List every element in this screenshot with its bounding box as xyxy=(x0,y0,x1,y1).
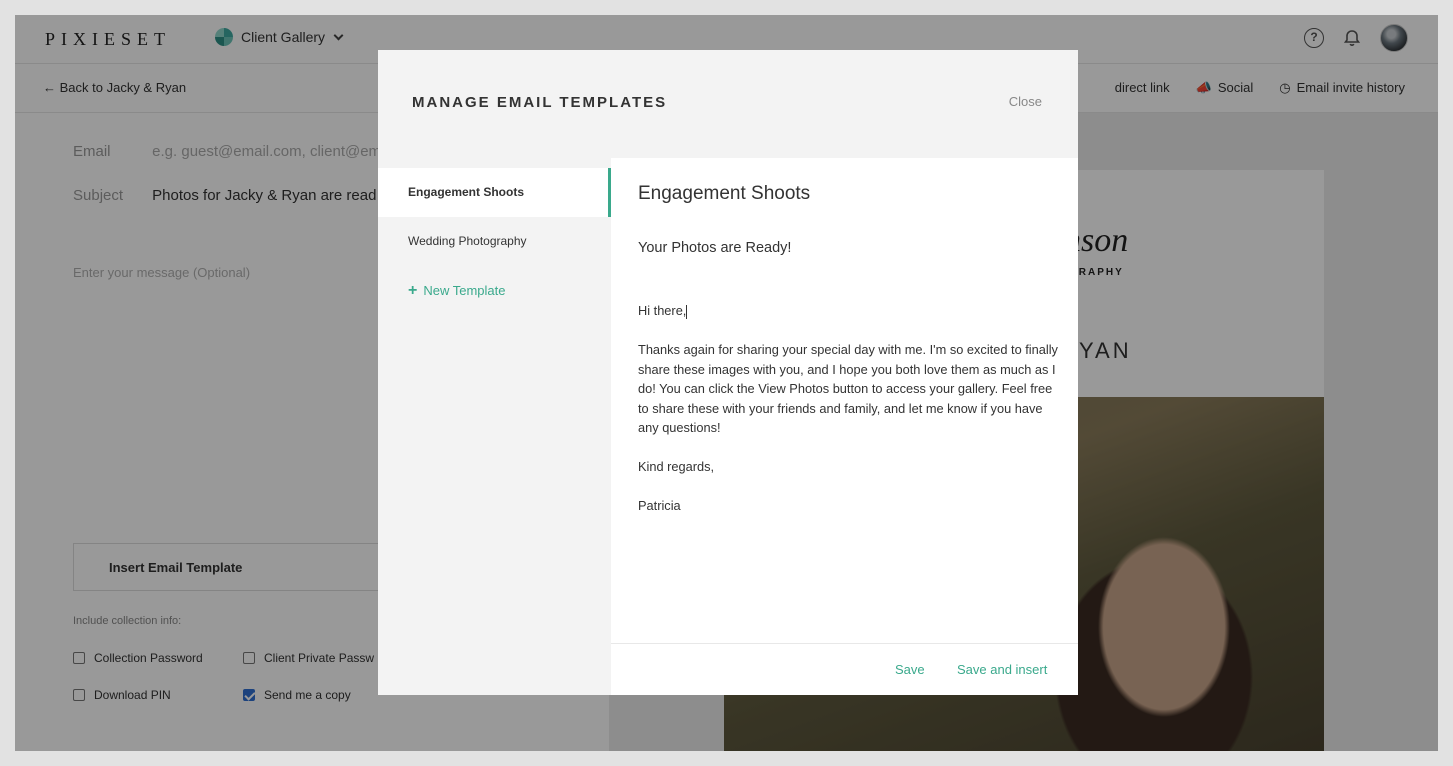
text-cursor xyxy=(686,304,688,319)
template-name-input[interactable]: Engagement Shoots xyxy=(638,183,810,205)
body-paragraph: Kind regards, xyxy=(638,459,715,474)
body-paragraph: Thanks again for sharing your special da… xyxy=(638,342,1058,435)
plus-icon: + xyxy=(408,282,418,299)
template-editor: Engagement Shoots Your Photos are Ready!… xyxy=(611,158,1078,695)
template-item-wedding-photography[interactable]: Wedding Photography xyxy=(378,217,611,266)
new-template-label: New Template xyxy=(423,283,506,298)
app-window: PIXIESET Client Gallery ? ← Back to Jack… xyxy=(15,15,1438,751)
body-paragraph: Hi there, xyxy=(638,301,1058,321)
template-subject-input[interactable]: Your Photos are Ready! xyxy=(638,240,791,256)
template-body-editor[interactable]: Hi there, Thanks again for sharing your … xyxy=(638,301,1058,535)
save-button[interactable]: Save xyxy=(895,662,925,677)
manage-email-templates-modal: MANAGE EMAIL TEMPLATES Close Engagement … xyxy=(378,50,1078,695)
body-paragraph: Patricia xyxy=(638,498,681,513)
new-template-button[interactable]: + New Template xyxy=(408,282,505,300)
template-item-engagement-shoots[interactable]: Engagement Shoots xyxy=(378,168,611,217)
body-greeting: Hi there, xyxy=(638,303,687,318)
modal-title: MANAGE EMAIL TEMPLATES xyxy=(412,94,668,111)
template-list: Engagement Shoots Wedding Photography + N… xyxy=(378,158,611,695)
save-and-insert-button[interactable]: Save and insert xyxy=(957,662,1047,677)
close-button[interactable]: Close xyxy=(1009,94,1042,109)
editor-footer: Save Save and insert xyxy=(611,643,1078,695)
